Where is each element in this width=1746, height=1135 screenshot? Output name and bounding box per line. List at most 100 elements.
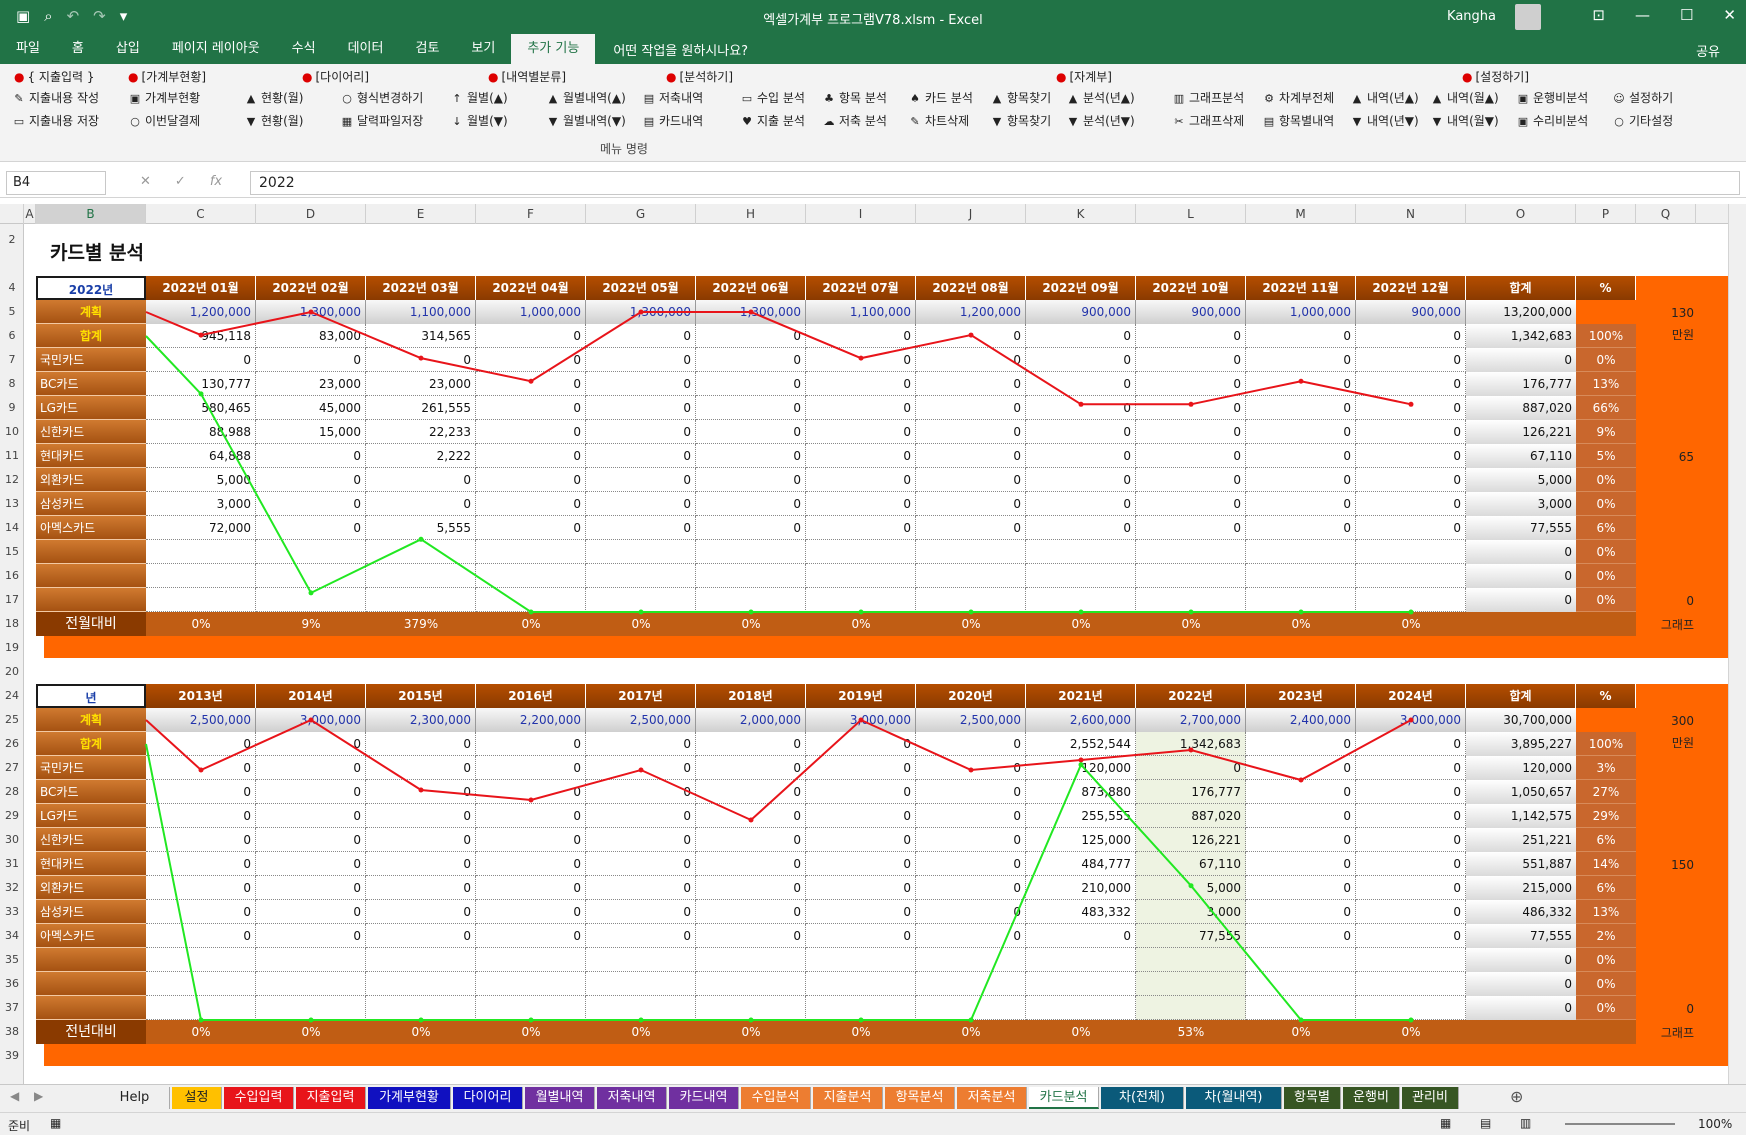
card-value[interactable]: 0 (1356, 924, 1466, 948)
card-value[interactable]: 0 (1356, 348, 1466, 372)
card-value[interactable]: 0 (1136, 756, 1246, 780)
card-value[interactable]: 0 (1136, 468, 1246, 492)
card-total[interactable]: 1,142,575 (1466, 804, 1576, 828)
card-value[interactable]: 0 (256, 492, 366, 516)
card-value[interactable] (256, 564, 366, 588)
sum-value[interactable]: 0 (1246, 732, 1356, 756)
card-value[interactable]: 0 (1246, 420, 1356, 444)
card-value[interactable]: 0 (586, 828, 696, 852)
card-value[interactable]: 0 (916, 876, 1026, 900)
card-value[interactable]: 0 (1356, 876, 1466, 900)
row-header[interactable]: 6 (0, 329, 24, 342)
card-value[interactable] (1356, 972, 1466, 996)
card-value[interactable]: 0 (916, 852, 1026, 876)
card-value[interactable]: 0 (696, 348, 806, 372)
ribbon-button[interactable]: ⚙ 차계부전체 (1262, 89, 1334, 106)
card-value[interactable]: 130,777 (146, 372, 256, 396)
card-value[interactable] (916, 588, 1026, 612)
sheet-tab[interactable]: 차(월내역) (1186, 1087, 1282, 1109)
column-header[interactable]: E (366, 204, 476, 224)
row-header[interactable]: 25 (0, 713, 24, 726)
card-value[interactable]: 0 (806, 924, 916, 948)
card-value[interactable]: 0 (476, 396, 586, 420)
ribbon-button[interactable]: ○ 기타설정 (1612, 112, 1673, 129)
plan-value[interactable]: 3,000,000 (256, 708, 366, 732)
close-icon[interactable]: ✕ (1723, 6, 1736, 24)
sheet-tab[interactable]: 수입입력 (224, 1087, 294, 1109)
vertical-scrollbar[interactable] (1728, 204, 1746, 1084)
tab-1[interactable]: 홈 (56, 34, 100, 64)
sum-value[interactable]: 0 (1356, 324, 1466, 348)
card-value[interactable]: 0 (1246, 804, 1356, 828)
column-header[interactable]: L (1136, 204, 1246, 224)
card-value[interactable] (1136, 564, 1246, 588)
row-header[interactable]: 17 (0, 593, 24, 606)
card-value[interactable] (476, 972, 586, 996)
name-box[interactable]: B4 (6, 171, 106, 195)
card-value[interactable]: 0 (916, 516, 1026, 540)
card-value[interactable]: 5,555 (366, 516, 476, 540)
ribbon-button[interactable]: ▼ 분석(년▼) (1066, 112, 1135, 129)
card-value[interactable]: 255,555 (1026, 804, 1136, 828)
card-value[interactable] (1026, 948, 1136, 972)
card-value[interactable] (256, 996, 366, 1020)
sheet-tab[interactable]: 월별내역 (525, 1087, 595, 1109)
card-value[interactable] (1356, 948, 1466, 972)
card-value[interactable]: 0 (1136, 492, 1246, 516)
card-value[interactable] (1026, 564, 1136, 588)
card-value[interactable] (696, 972, 806, 996)
card-value[interactable]: 0 (586, 924, 696, 948)
card-value[interactable] (256, 972, 366, 996)
formula-input[interactable]: 2022 (250, 171, 1740, 195)
card-value[interactable]: 0 (1246, 516, 1356, 540)
prev-sheet-icon[interactable]: ◀ (10, 1089, 19, 1103)
card-value[interactable] (1246, 972, 1356, 996)
ribbon-button[interactable]: ▲ 항목찾기 (990, 89, 1051, 106)
sum-value[interactable]: 0 (1026, 324, 1136, 348)
column-header[interactable]: I (806, 204, 916, 224)
card-value[interactable]: 0 (586, 852, 696, 876)
card-value[interactable]: 0 (916, 780, 1026, 804)
row-header[interactable]: 36 (0, 977, 24, 990)
ribbon-button[interactable]: ▭ 수입 분석 (740, 89, 805, 106)
card-value[interactable]: 0 (366, 852, 476, 876)
sum-value[interactable]: 945,118 (146, 324, 256, 348)
row-header[interactable]: 37 (0, 1001, 24, 1014)
card-value[interactable]: 15,000 (256, 420, 366, 444)
card-value[interactable]: 23,000 (256, 372, 366, 396)
add-sheet-icon[interactable]: ⊕ (1510, 1087, 1523, 1106)
card-value[interactable]: 0 (366, 804, 476, 828)
row-header[interactable]: 18 (0, 617, 24, 630)
card-value[interactable] (586, 948, 696, 972)
ribbon-button[interactable]: ↓ 월별(▼) (450, 112, 507, 129)
macro-record-icon[interactable]: ▦ (50, 1116, 61, 1130)
sheet-tab[interactable]: 가계부현황 (368, 1087, 451, 1109)
card-value[interactable] (366, 972, 476, 996)
card-value[interactable]: 0 (476, 780, 586, 804)
plan-value[interactable]: 2,500,000 (916, 708, 1026, 732)
card-value[interactable]: 0 (806, 756, 916, 780)
card-value[interactable]: 0 (586, 756, 696, 780)
card-value[interactable]: 483,332 (1026, 900, 1136, 924)
year-selector[interactable]: 2022년 (36, 276, 146, 300)
sum-value[interactable]: 0 (476, 324, 586, 348)
row-header[interactable]: 28 (0, 785, 24, 798)
share-button[interactable]: 공유 (1696, 41, 1720, 60)
card-value[interactable] (146, 564, 256, 588)
card-value[interactable]: 0 (476, 468, 586, 492)
column-header[interactable]: O (1466, 204, 1576, 224)
card-value[interactable]: 0 (696, 852, 806, 876)
card-value[interactable]: 0 (1356, 468, 1466, 492)
ribbon-button[interactable]: ▼ 내역(월▼) (1430, 112, 1499, 129)
page-break-icon[interactable]: ▥ (1520, 1116, 1531, 1130)
tab-7[interactable]: 보기 (455, 34, 511, 64)
sum-value[interactable]: 0 (916, 324, 1026, 348)
zoom-level[interactable]: 100% (1698, 1117, 1732, 1131)
card-value[interactable]: 0 (1356, 492, 1466, 516)
sheet-tab[interactable]: 저축분석 (957, 1087, 1027, 1109)
sum-value[interactable]: 0 (1246, 324, 1356, 348)
card-value[interactable]: 0 (476, 516, 586, 540)
card-value[interactable]: 0 (1356, 396, 1466, 420)
card-value[interactable]: 0 (476, 876, 586, 900)
card-value[interactable]: 2,222 (366, 444, 476, 468)
